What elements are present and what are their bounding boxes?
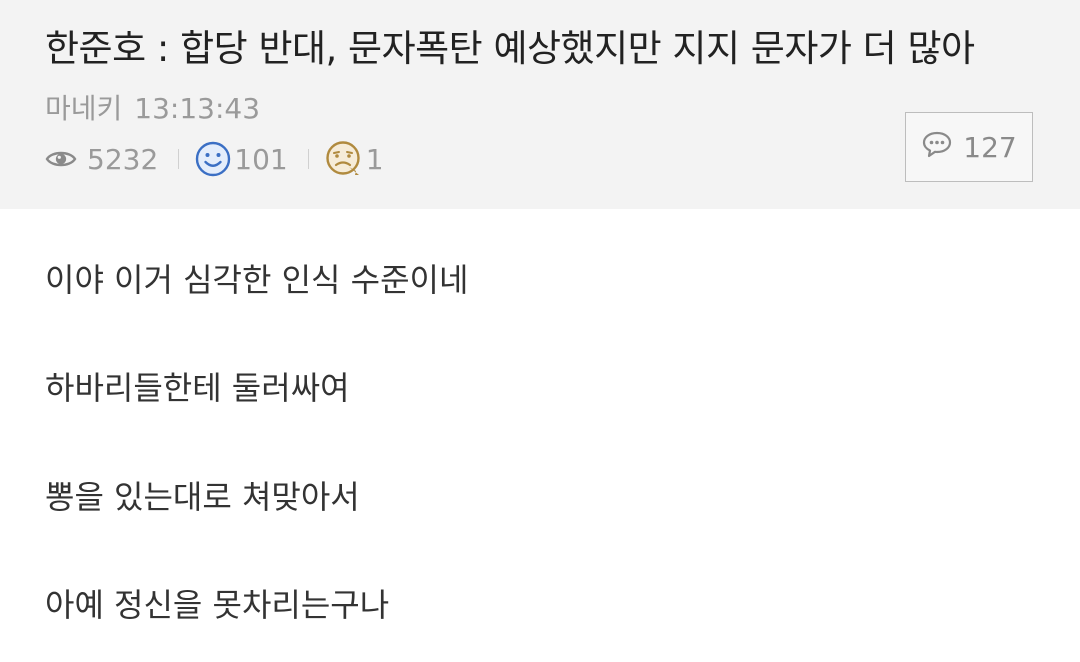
eye-icon [45,148,77,170]
body-line: 아예 정신을 못차리는구나 [45,586,390,624]
comments-count: 127 [963,130,1017,164]
likes-stat[interactable]: 101 [195,141,288,177]
body-line: 뽕을 있는대로 쳐맞아서 [45,478,360,516]
stat-divider [307,149,309,169]
speech-bubble-icon [921,130,963,165]
dislikes-count: 1 [365,142,384,176]
views-count: 5232 [87,142,159,176]
stat-divider [178,149,180,169]
likes-count: 101 [234,142,288,176]
body-line: 이야 이거 심각한 인식 수준이네 [45,261,469,299]
dislikes-stat[interactable]: 1 [325,140,384,178]
comments-button[interactable]: 127 [905,112,1033,182]
smiley-face-icon[interactable] [195,141,231,177]
author-name[interactable]: 마네키 [45,92,122,125]
views-stat: 5232 [45,143,158,176]
post-title: 한준호 : 합당 반대, 문자폭탄 예상했지만 지지 문자가 더 많아 [45,27,975,70]
post-stats: 5232 101 1 [45,140,384,178]
post-header: 한준호 : 합당 반대, 문자폭탄 예상했지만 지지 문자가 더 많아 마네키 1… [0,0,1080,209]
post-time: 13:13:43 [134,92,261,125]
body-line: 하바리들한테 둘러싸여 [45,369,350,407]
sad-face-icon[interactable] [325,140,363,178]
post-meta: 마네키 13:13:43 [45,91,260,127]
